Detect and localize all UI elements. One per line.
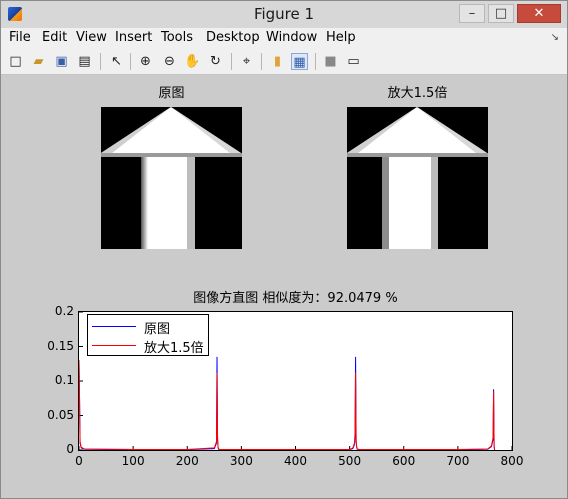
save-icon[interactable]: ▣ <box>53 53 70 70</box>
x-tick-label: 300 <box>229 454 253 468</box>
y-tick-label: 0.2 <box>54 304 74 318</box>
y-tick-label: 0.1 <box>54 373 74 387</box>
legend-icon[interactable]: ▦ <box>291 53 308 70</box>
legend-label-original: 原图 <box>144 322 171 337</box>
rotate-3d-icon[interactable]: ↻ <box>207 53 224 70</box>
menu-bar: File Edit View Insert Tools Desktop Wind… <box>1 28 567 50</box>
menu-desktop[interactable]: Desktop <box>206 30 260 45</box>
new-figure-icon[interactable]: □ <box>7 53 24 70</box>
menu-dock-arrow-icon[interactable]: ↘ <box>551 32 559 43</box>
scaled-image <box>347 107 488 249</box>
toolbar-separator <box>315 53 316 70</box>
scaled-image-title: 放大1.5倍 <box>387 86 448 101</box>
original-image <box>101 107 242 249</box>
figure-window: Figure 1 – □ ✕ File Edit View Insert Too… <box>0 0 568 499</box>
x-tick-label: 0 <box>75 454 83 468</box>
series-line-0 <box>79 356 496 450</box>
x-tick-label: 100 <box>121 454 145 468</box>
legend-swatch-red <box>92 345 136 346</box>
show-plot-tools-icon[interactable]: ▭ <box>345 53 362 70</box>
print-icon[interactable]: ▤ <box>76 53 93 70</box>
legend-entry-original: 原图 <box>92 317 206 337</box>
x-tick-label: 800 <box>500 454 524 468</box>
zoom-in-icon[interactable]: ⊕ <box>137 53 154 70</box>
menu-window[interactable]: Window <box>266 30 317 45</box>
colorbar-icon[interactable]: ▮ <box>269 53 286 70</box>
menu-tools[interactable]: Tools <box>161 30 193 45</box>
legend-label-scaled: 放大1.5倍 <box>144 341 204 356</box>
toolbar-separator <box>231 53 232 70</box>
maximize-button[interactable]: □ <box>488 4 514 23</box>
toolbar-separator <box>261 53 262 70</box>
x-tick-label: 700 <box>446 454 470 468</box>
figure-toolbar: □ ▰ ▣ ▤ ↖ ⊕ ⊖ ✋ ↻ ⌖ ▮ ▦ ■ ▭ <box>1 49 567 75</box>
y-tick-label: 0.05 <box>47 407 74 422</box>
x-tick-label: 400 <box>284 454 307 468</box>
histogram-legend[interactable]: 原图 放大1.5倍 <box>87 314 209 356</box>
original-image-title: 原图 <box>158 86 185 101</box>
legend-swatch-blue <box>92 326 136 327</box>
data-cursor-icon[interactable]: ⌖ <box>238 53 255 70</box>
window-controls: – □ ✕ <box>459 4 561 23</box>
menu-file[interactable]: File <box>9 30 31 45</box>
y-tick-label: 0.15 <box>47 338 74 353</box>
menu-help[interactable]: Help <box>326 30 356 45</box>
edit-plot-arrow-icon[interactable]: ↖ <box>108 53 125 70</box>
menu-view[interactable]: View <box>76 30 107 45</box>
menu-edit[interactable]: Edit <box>42 30 67 45</box>
hide-plot-tools-icon[interactable]: ■ <box>322 53 339 70</box>
open-file-icon[interactable]: ▰ <box>30 53 47 70</box>
x-tick-label: 600 <box>392 454 416 468</box>
legend-entry-scaled: 放大1.5倍 <box>92 336 206 356</box>
series-line-1 <box>79 360 496 450</box>
pan-hand-icon[interactable]: ✋ <box>184 53 201 70</box>
minimize-button[interactable]: – <box>459 4 485 23</box>
close-button[interactable]: ✕ <box>517 4 561 23</box>
toolbar-separator <box>100 53 101 70</box>
toolbar-separator <box>130 53 131 70</box>
figure-canvas: 原图 放大1.5倍 图像方直图 相似度为：92.0479 % 原图 放大1.5倍… <box>1 75 567 498</box>
x-tick-label: 200 <box>175 454 199 468</box>
histogram-title: 图像方直图 相似度为：92.0479 % <box>193 291 398 306</box>
menu-insert[interactable]: Insert <box>115 30 152 45</box>
zoom-out-icon[interactable]: ⊖ <box>161 53 178 70</box>
x-tick-label: 500 <box>338 454 362 468</box>
title-bar[interactable]: Figure 1 – □ ✕ <box>1 1 567 29</box>
